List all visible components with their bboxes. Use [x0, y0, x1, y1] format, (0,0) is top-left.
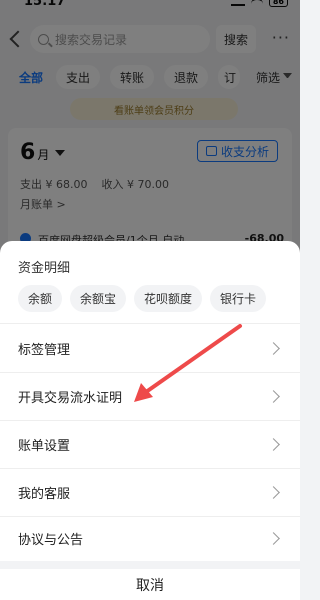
- menu-label: 账单设置: [18, 438, 71, 454]
- chevron-right-icon: [267, 341, 280, 355]
- chevron-right-icon: [267, 531, 280, 545]
- menu-label: 我的客服: [18, 486, 71, 502]
- menu-item-customer-service[interactable]: 我的客服: [0, 469, 300, 515]
- menu-item-bill-settings[interactable]: 账单设置: [0, 421, 300, 467]
- fund-tag-huabei[interactable]: 花呗额度: [134, 285, 203, 312]
- fund-tag-yuebao[interactable]: 余额宝: [70, 285, 127, 312]
- menu-item-transaction-proof[interactable]: 开具交易流水证明: [0, 373, 300, 419]
- funds-detail-title: 资金明细: [18, 261, 71, 276]
- divider: [0, 323, 300, 324]
- menu-label: 标签管理: [18, 342, 71, 358]
- menu-label: 协议与公告: [18, 532, 84, 548]
- chevron-right-icon: [267, 485, 280, 499]
- action-sheet: 资金明细 余额 余额宝 花呗额度 银行卡 标签管理 开具交易流水证明 账单设置 …: [0, 241, 300, 600]
- menu-item-agreements[interactable]: 协议与公告: [0, 515, 300, 561]
- section-separator: [0, 561, 300, 569]
- chevron-right-icon: [267, 389, 280, 403]
- fund-tag-bank-card[interactable]: 银行卡: [210, 285, 267, 312]
- cancel-button[interactable]: 取消: [0, 569, 300, 600]
- chevron-right-icon: [267, 437, 280, 451]
- menu-label: 开具交易流水证明: [18, 390, 123, 406]
- fund-tags: 余额 余额宝 花呗额度 银行卡: [18, 285, 267, 312]
- fund-tag-balance[interactable]: 余额: [18, 285, 63, 312]
- menu-item-tag-management[interactable]: 标签管理: [0, 325, 300, 371]
